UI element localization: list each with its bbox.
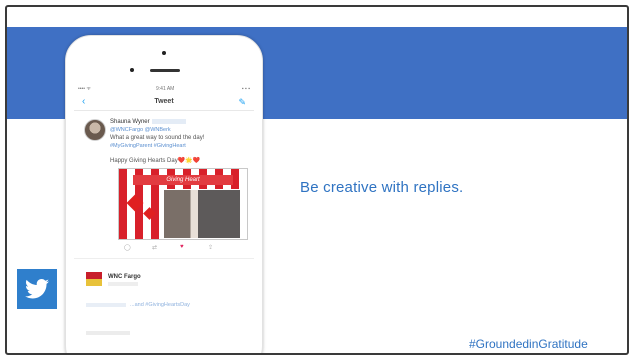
reply-link[interactable]: ...and #GivingHeartsDay bbox=[130, 302, 190, 308]
tweet-actions: ◯ ⇄ ♥ ⇪ bbox=[124, 244, 244, 252]
tweet-second-line: Happy Giving Hearts Day❤️🌟❤️ bbox=[110, 157, 200, 164]
tweet-emoji: ❤️🌟❤️ bbox=[177, 158, 201, 164]
nav-title: Tweet bbox=[154, 98, 174, 105]
reply-icon[interactable]: ◯ bbox=[124, 244, 131, 251]
twitter-bird-icon bbox=[17, 269, 57, 309]
signal-indicator: •••• ᯤ bbox=[78, 86, 91, 92]
share-icon[interactable]: ⇪ bbox=[208, 244, 213, 251]
retweet-icon[interactable]: ⇄ bbox=[152, 244, 157, 251]
tweet-second-text: Happy Giving Hearts Day bbox=[110, 158, 178, 164]
battery-indicator: ▪ ▪ ▪ bbox=[241, 86, 250, 92]
slide-headline: Be creative with replies. bbox=[300, 179, 464, 196]
reply-avatar[interactable] bbox=[86, 272, 102, 286]
phone-speaker bbox=[150, 69, 180, 72]
twitter-bird-svg bbox=[25, 279, 49, 299]
author-avatar[interactable] bbox=[84, 119, 106, 141]
tweet-hashtags[interactable]: #MyGivingParent #GivingHeart bbox=[110, 143, 186, 149]
tweet-author-name[interactable]: Shauna Wyner bbox=[110, 119, 150, 125]
divider bbox=[74, 258, 254, 259]
tweet-author-handle bbox=[152, 119, 186, 124]
phone-screen: •••• ᯤ 9:41 AM ▪ ▪ ▪ ‹ Tweet ✎ Shauna Wy… bbox=[74, 84, 254, 353]
phone-camera bbox=[130, 68, 134, 72]
status-bar: •••• ᯤ 9:41 AM ▪ ▪ ▪ bbox=[78, 86, 250, 94]
phone-mockup: •••• ᯤ 9:41 AM ▪ ▪ ▪ ‹ Tweet ✎ Shauna Wy… bbox=[65, 35, 263, 353]
heart-icon bbox=[126, 194, 144, 212]
like-heart-icon[interactable]: ♥ bbox=[180, 244, 184, 250]
phone-top-dot bbox=[162, 51, 166, 55]
heart-icon bbox=[143, 207, 156, 220]
tweet-photo[interactable]: Giving Heart bbox=[118, 168, 248, 240]
compose-icon[interactable]: ✎ bbox=[238, 96, 246, 108]
reply-author-name[interactable]: WNC Fargo bbox=[108, 274, 141, 280]
reply-handle bbox=[108, 282, 138, 286]
next-item-faded bbox=[86, 331, 130, 335]
photo-people bbox=[163, 189, 241, 239]
status-time: 9:41 AM bbox=[156, 86, 175, 92]
tweet-text: What a great way to sound the day! bbox=[110, 135, 205, 141]
reply-text-faded bbox=[86, 303, 126, 307]
tweet-mentions[interactable]: @WNCFargo @WNBerk bbox=[110, 127, 171, 133]
slide-frame: •••• ᯤ 9:41 AM ▪ ▪ ▪ ‹ Tweet ✎ Shauna Wy… bbox=[5, 5, 629, 355]
photo-banner: Giving Heart bbox=[133, 175, 233, 185]
hashtag-footer: #GroundedinGratitude bbox=[469, 337, 588, 351]
tweet-nav-bar: ‹ Tweet ✎ bbox=[74, 96, 254, 111]
